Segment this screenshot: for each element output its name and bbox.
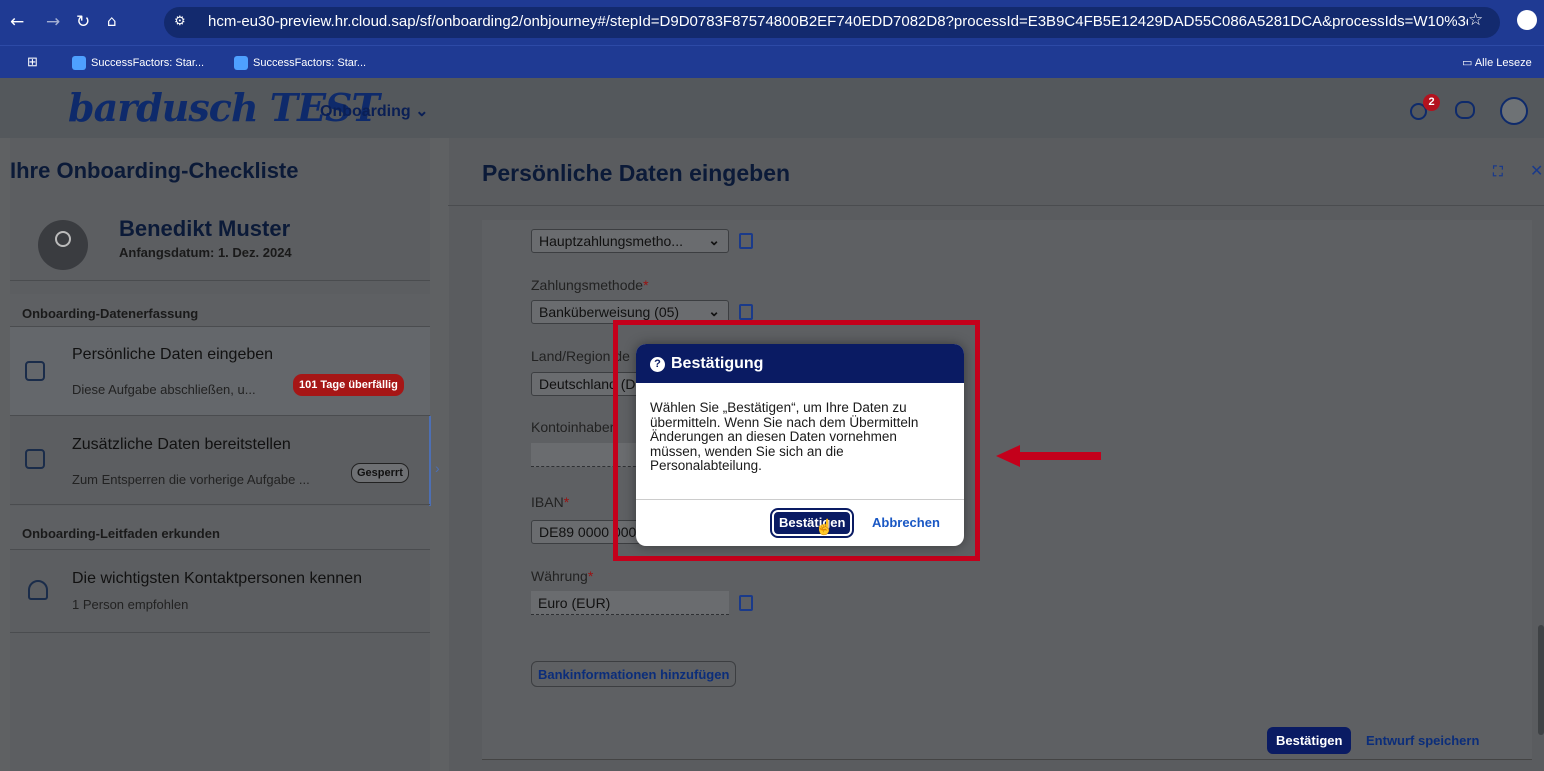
confirm-button[interactable]: Bestätigen [1267,727,1352,754]
annotation-arrow [996,445,1101,467]
dialog-cancel-button[interactable]: Abbrechen [872,515,940,530]
apps-grid-icon[interactable]: ⊞ [27,54,38,70]
required-marker: * [563,494,570,510]
chevron-down-icon: ⌄ [415,103,429,120]
arrow-shaft [1016,452,1101,460]
bookmark-label: SuccessFactors: Star... [253,56,367,69]
save-draft-button[interactable]: Entwurf speichern [1366,733,1479,748]
bookmark-item[interactable]: SuccessFactors: Star... [72,56,204,70]
arrow-head [996,445,1020,467]
copy-icon[interactable] [739,595,753,611]
item-title: Zusätzliche Daten bereitstellen [72,436,291,453]
label-text: IBAN [531,494,564,510]
all-bookmarks-label: Alle Leseze [1474,57,1532,69]
mouse-cursor-icon: ☝ [815,519,834,536]
question-icon: ? [650,357,665,372]
folder-list-icon [25,449,45,469]
confirmation-dialog: ? Bestätigung Wählen Sie „Bestätigen“, um… [636,344,964,546]
checklist-item-personal-data[interactable]: Persönliche Daten eingeben Diese Aufgabe… [10,327,430,416]
start-date: Anfangsdatum: 1. Dez. 2024 [119,245,292,260]
reload-icon[interactable]: ↻ [76,12,90,32]
scrollbar-thumb[interactable] [1538,625,1544,735]
checklist-item-contacts[interactable]: Die wichtigsten Kontaktpersonen kennen 1… [10,550,430,633]
bookmark-favicon-icon [72,56,86,70]
select-value: Banküberweisung (05) [539,304,680,320]
item-title: Die wichtigsten Kontaktpersonen kennen [72,570,362,587]
expand-panel-icon[interactable]: › [435,460,440,476]
field-label: IBAN* [531,494,569,510]
section-header: Onboarding-Datenerfassung [10,294,430,327]
dialog-confirm-button[interactable]: Bestätigen [769,508,855,538]
fullscreen-icon[interactable]: ⛶ [1493,163,1503,180]
select-value: Hauptzahlungsmetho... [539,233,683,249]
main-payment-method-select[interactable]: Hauptzahlungsmetho... ⌄ [531,229,729,253]
close-icon[interactable]: ✕ [1530,161,1543,181]
label-text: Währung [531,568,588,584]
bookmarks-bar: ⊞ SuccessFactors: Star... SuccessFactors… [0,45,1544,78]
field-label: Zahlungsmethode* [531,277,649,293]
home-icon[interactable]: ⌂ [107,12,117,30]
item-subtitle: Zum Entsperren die vorherige Aufgabe ... [72,472,310,487]
account-holder-label: Kontoinhaber [531,419,615,435]
divider [448,205,1544,206]
item-subtitle: Diese Aufgabe abschließen, u... [72,382,256,397]
checklist-title: Ihre Onboarding-Checkliste [10,158,299,183]
module-menu[interactable]: Onboarding ⌄ [320,101,429,121]
back-icon[interactable]: ← [10,12,24,32]
person-icon [55,231,71,247]
avatar [38,220,88,270]
dialog-title: Bestätigung [671,355,764,372]
required-marker: * [587,568,594,584]
locked-badge: Gesperrt [351,463,409,483]
section-header: Onboarding-Leitfaden erkunden [10,506,430,550]
bookmark-item[interactable]: SuccessFactors: Star... [234,56,366,70]
forward-icon[interactable]: → [46,12,60,32]
dialog-header: ? Bestätigung [636,344,964,383]
folder-icon: ▭ [1462,57,1475,69]
add-bank-info-button[interactable]: Bankinformationen hinzufügen [531,661,737,687]
dialog-footer: Bestätigen Abbrechen [636,499,964,546]
currency-input[interactable]: Euro (EUR) [531,591,729,615]
copy-icon[interactable] [739,304,753,320]
item-title: Persönliche Daten eingeben [72,346,274,363]
chat-icon[interactable] [1455,101,1475,119]
chevron-down-icon: ⌄ [708,232,720,248]
all-bookmarks[interactable]: ▭ Alle Leseze [1462,56,1532,69]
bookmark-favicon-icon [234,56,248,70]
copy-icon[interactable] [739,233,753,249]
item-subtitle: 1 Person empfohlen [72,597,189,612]
notification-badge: 2 [1423,94,1440,111]
user-name: Benedikt Muster [119,216,291,241]
module-label: Onboarding [320,103,411,120]
folder-user-icon [25,361,45,381]
profile-icon[interactable] [1517,10,1537,30]
user-avatar[interactable] [1500,97,1528,125]
people-icon [28,580,48,600]
chevron-down-icon: ⌄ [708,303,720,319]
site-settings-icon[interactable]: ⚙ [174,13,186,29]
bookmark-star-icon[interactable]: ☆ [1468,10,1483,30]
divider [10,280,430,281]
overdue-badge: 101 Tage überfällig [293,374,404,396]
field-label: Währung* [531,568,593,584]
bookmark-label: SuccessFactors: Star... [91,56,205,69]
required-marker: * [643,277,649,293]
dialog-message: Wählen Sie „Bestätigen“, um Ihre Daten z… [650,400,919,473]
label-text: Zahlungsmethode [531,277,644,293]
url-text[interactable]: hcm-eu30-preview.hr.cloud.sap/sf/onboard… [208,13,1468,30]
page-title: Persönliche Daten eingeben [482,160,791,186]
checklist-item-additional-data[interactable]: Zusätzliche Daten bereitstellen Zum Ents… [10,416,430,505]
